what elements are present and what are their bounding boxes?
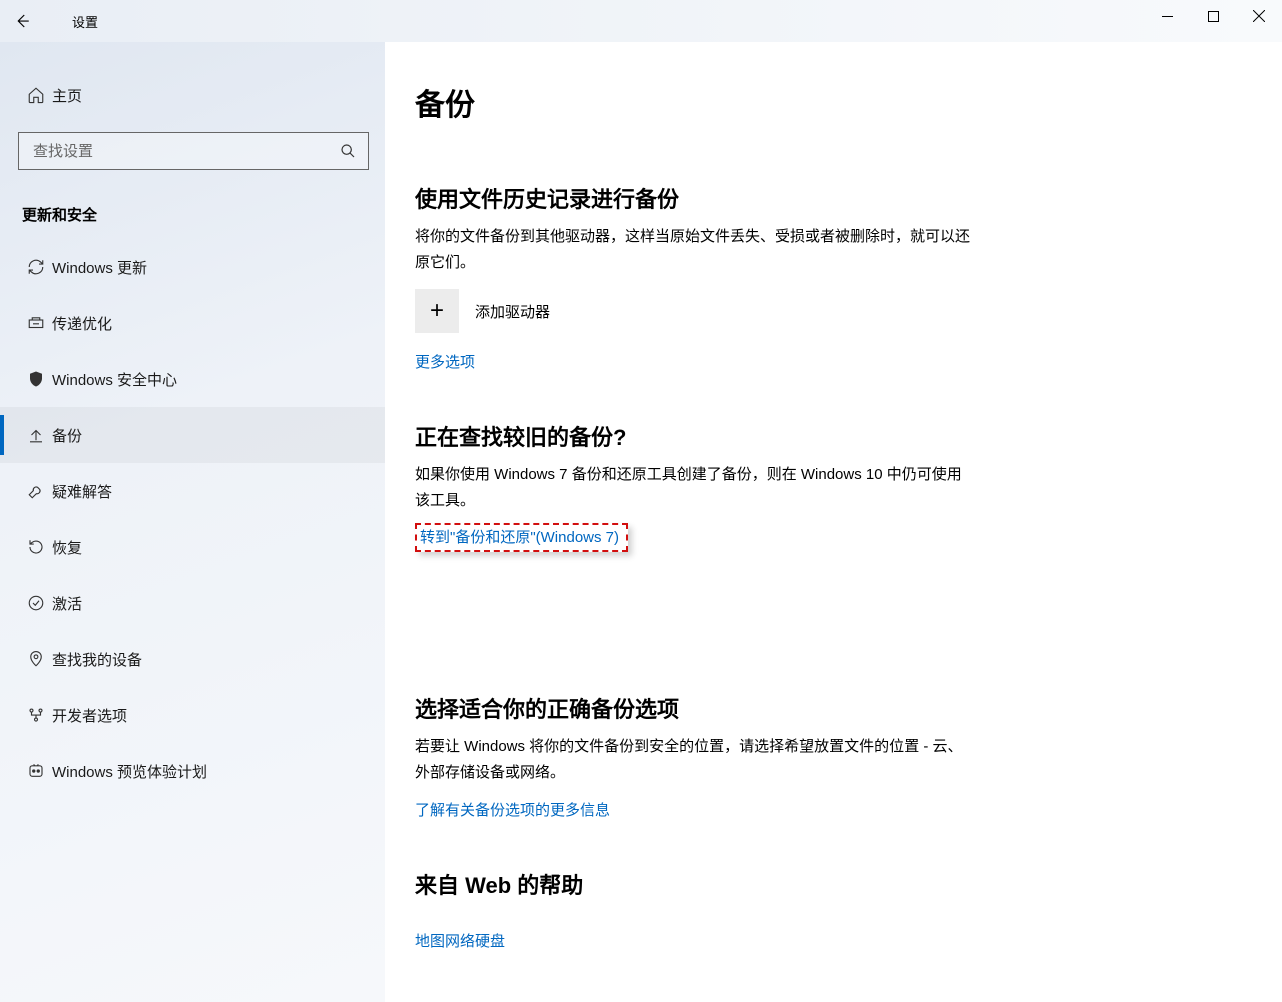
insider-icon [20, 762, 52, 780]
add-drive-label: 添加驱动器 [475, 301, 550, 322]
sidebar-item-activation[interactable]: 激活 [0, 575, 385, 631]
activation-icon [20, 594, 52, 612]
section-web-help: 来自 Web 的帮助 地图网络硬盘 [415, 868, 1252, 951]
minimize-icon [1162, 11, 1173, 22]
section-heading: 选择适合你的正确备份选项 [415, 692, 1252, 724]
page-title: 备份 [415, 80, 1252, 124]
delivery-icon [20, 314, 52, 332]
sidebar: 主页 更新和安全 Windows 更新 传递优化 [0, 42, 385, 1002]
titlebar: 设置 [0, 0, 1282, 42]
sidebar-item-label: 查找我的设备 [52, 649, 142, 670]
backup-restore-win7-link[interactable]: 转到"备份和还原"(Windows 7) [420, 526, 619, 547]
sidebar-item-label: Windows 更新 [52, 257, 147, 278]
highlighted-link-callout: 转到"备份和还原"(Windows 7) [415, 523, 628, 552]
minimize-button[interactable] [1144, 0, 1190, 32]
section-heading: 正在查找较旧的备份? [415, 420, 1252, 452]
refresh-icon [20, 258, 52, 276]
more-options-link[interactable]: 更多选项 [415, 351, 475, 372]
learn-backup-link[interactable]: 了解有关备份选项的更多信息 [415, 799, 610, 820]
shield-icon [20, 370, 52, 388]
sidebar-item-delivery-optimization[interactable]: 传递优化 [0, 295, 385, 351]
close-icon [1253, 10, 1265, 22]
window-title: 设置 [72, 12, 98, 31]
sidebar-item-security[interactable]: Windows 安全中心 [0, 351, 385, 407]
window-controls [1144, 0, 1282, 32]
back-button[interactable] [2, 0, 42, 42]
section-desc: 将你的文件备份到其他驱动器，这样当原始文件丢失、受损或者被删除时，就可以还原它们… [415, 224, 975, 275]
wrench-icon [20, 482, 52, 500]
recovery-icon [20, 538, 52, 556]
sidebar-item-label: 疑难解答 [52, 481, 112, 502]
sidebar-item-label: 传递优化 [52, 313, 112, 334]
section-backup-options: 选择适合你的正确备份选项 若要让 Windows 将你的文件备份到安全的位置，请… [415, 692, 1252, 820]
find-device-icon [20, 650, 52, 668]
plus-icon: + [415, 289, 459, 333]
sidebar-section-header: 更新和安全 [0, 184, 385, 239]
map-network-drive-link[interactable]: 地图网络硬盘 [415, 930, 505, 951]
arrow-left-icon [13, 12, 31, 30]
close-button[interactable] [1236, 0, 1282, 32]
sidebar-item-label: 主页 [52, 85, 82, 106]
search-icon [340, 143, 358, 159]
backup-icon [20, 426, 52, 444]
section-heading: 来自 Web 的帮助 [415, 868, 1252, 900]
section-older-backup: 正在查找较旧的备份? 如果你使用 Windows 7 备份和还原工具创建了备份，… [415, 420, 1252, 552]
sidebar-item-label: 开发者选项 [52, 705, 127, 726]
section-desc: 若要让 Windows 将你的文件备份到安全的位置，请选择希望放置文件的位置 -… [415, 734, 975, 785]
section-desc: 如果你使用 Windows 7 备份和还原工具创建了备份，则在 Windows … [415, 462, 975, 513]
sidebar-item-label: Windows 预览体验计划 [52, 761, 207, 782]
sidebar-item-insider[interactable]: Windows 预览体验计划 [0, 743, 385, 799]
section-file-history: 使用文件历史记录进行备份 将你的文件备份到其他驱动器，这样当原始文件丢失、受损或… [415, 182, 1252, 372]
content-area: 备份 使用文件历史记录进行备份 将你的文件备份到其他驱动器，这样当原始文件丢失、… [385, 42, 1282, 1002]
sidebar-item-home[interactable]: 主页 [0, 72, 385, 118]
sidebar-item-backup[interactable]: 备份 [0, 407, 385, 463]
search-input[interactable] [33, 143, 340, 160]
sidebar-item-developer[interactable]: 开发者选项 [0, 687, 385, 743]
maximize-icon [1208, 11, 1219, 22]
sidebar-item-troubleshoot[interactable]: 疑难解答 [0, 463, 385, 519]
section-heading: 使用文件历史记录进行备份 [415, 182, 1252, 214]
sidebar-item-label: 恢复 [52, 537, 82, 558]
sidebar-item-label: 备份 [52, 425, 82, 446]
sidebar-item-recovery[interactable]: 恢复 [0, 519, 385, 575]
add-drive-button[interactable]: + 添加驱动器 [415, 289, 1252, 333]
sidebar-item-label: 激活 [52, 593, 82, 614]
home-icon [20, 86, 52, 104]
search-box[interactable] [18, 132, 369, 170]
sidebar-item-find-device[interactable]: 查找我的设备 [0, 631, 385, 687]
maximize-button[interactable] [1190, 0, 1236, 32]
sidebar-item-windows-update[interactable]: Windows 更新 [0, 239, 385, 295]
developer-icon [20, 706, 52, 724]
sidebar-item-label: Windows 安全中心 [52, 369, 177, 390]
